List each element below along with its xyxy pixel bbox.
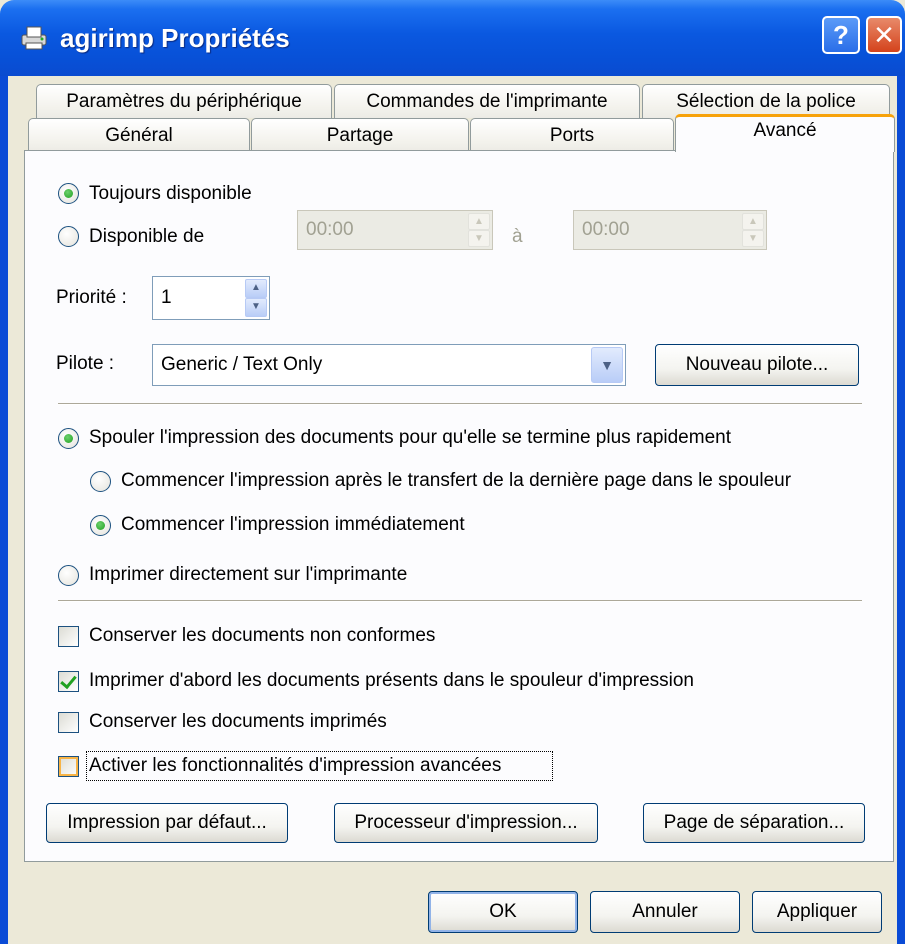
priority-value[interactable]: 1 [161, 277, 172, 319]
separator [58, 403, 862, 405]
printing-defaults-button[interactable]: Impression par défaut... [46, 803, 288, 843]
print-direct-label[interactable]: Imprimer directement sur l'imprimante [89, 563, 407, 587]
driver-selected: Generic / Text Only [161, 354, 323, 375]
close-button[interactable]: ✕ [866, 16, 902, 54]
tab-ports[interactable]: Ports [470, 118, 674, 152]
spin-up-icon[interactable]: ▲ [245, 279, 267, 298]
new-driver-button[interactable]: Nouveau pilote... [655, 344, 859, 386]
start-immediately-label[interactable]: Commencer l'impression immédiatement [121, 513, 465, 537]
start-after-last-page-radio[interactable] [90, 471, 111, 492]
from-time-field: 00:00 ▲ ▼ [297, 210, 493, 250]
hold-mismatched-checkbox[interactable] [58, 626, 79, 647]
start-after-last-page-label[interactable]: Commencer l'impression après le transfer… [121, 469, 791, 493]
spin-up-icon: ▲ [468, 213, 490, 230]
driver-label: Pilote : [56, 353, 115, 374]
cancel-button[interactable]: Annuler [590, 891, 740, 933]
spin-down-icon[interactable]: ▼ [245, 298, 267, 317]
hold-mismatched-label[interactable]: Conserver les documents non conformes [89, 624, 435, 648]
apply-button[interactable]: Appliquer [752, 891, 882, 933]
keep-printed-label[interactable]: Conserver les documents imprimés [89, 710, 387, 734]
tab-device-settings[interactable]: Paramètres du périphérique [36, 84, 332, 118]
driver-select[interactable]: Generic / Text Only ▼ [152, 344, 626, 386]
to-time-field: 00:00 ▲ ▼ [573, 210, 767, 250]
always-available-label[interactable]: Toujours disponible [89, 182, 252, 206]
start-immediately-radio[interactable] [90, 515, 111, 536]
help-button[interactable]: ? [822, 16, 860, 54]
to-time-spinner: ▲ ▼ [742, 213, 764, 247]
spool-radio[interactable] [58, 428, 79, 449]
print-direct-radio[interactable] [58, 565, 79, 586]
print-spooled-first-checkbox[interactable] [58, 671, 79, 692]
tab-font-selection[interactable]: Sélection de la police [642, 84, 890, 118]
chevron-down-icon[interactable]: ▼ [591, 347, 623, 383]
window-title: agirimp Propriétés [60, 23, 290, 53]
available-from-radio[interactable] [58, 226, 79, 247]
from-time-spinner: ▲ ▼ [468, 213, 490, 247]
tab-general[interactable]: Général [28, 118, 250, 152]
to-time-value: 00:00 [582, 219, 630, 240]
from-time-value: 00:00 [306, 219, 354, 240]
printer-icon [21, 26, 47, 50]
spin-up-icon: ▲ [742, 213, 764, 230]
tab-printer-commands[interactable]: Commandes de l'imprimante [334, 84, 640, 118]
print-processor-button[interactable]: Processeur d'impression... [334, 803, 598, 843]
separator-page-button[interactable]: Page de séparation... [643, 803, 865, 843]
print-spooled-first-label[interactable]: Imprimer d'abord les documents présents … [89, 669, 694, 693]
spool-label[interactable]: Spouler l'impression des documents pour … [89, 426, 731, 450]
ok-button[interactable]: OK [428, 891, 578, 933]
tab-advanced[interactable]: Avancé [675, 114, 895, 152]
priority-spinner[interactable]: ▲ ▼ [245, 279, 267, 317]
priority-label: Priorité : [56, 287, 127, 308]
available-from-label[interactable]: Disponible de [89, 225, 204, 249]
spin-down-icon: ▼ [468, 230, 490, 247]
always-available-radio[interactable] [58, 183, 79, 204]
spin-down-icon: ▼ [742, 230, 764, 247]
window-border-right [897, 76, 905, 944]
keep-printed-checkbox[interactable] [58, 712, 79, 733]
window-border-left [0, 76, 8, 944]
separator [58, 600, 862, 602]
priority-stepper[interactable]: 1 ▲ ▼ [152, 276, 270, 320]
to-label: à [512, 226, 523, 247]
title-bar[interactable]: agirimp Propriétés ? ✕ [0, 0, 905, 76]
advanced-features-label[interactable]: Activer les fonctionnalités d'impression… [89, 754, 501, 778]
tab-sharing[interactable]: Partage [251, 118, 469, 152]
advanced-features-checkbox[interactable] [58, 756, 79, 777]
